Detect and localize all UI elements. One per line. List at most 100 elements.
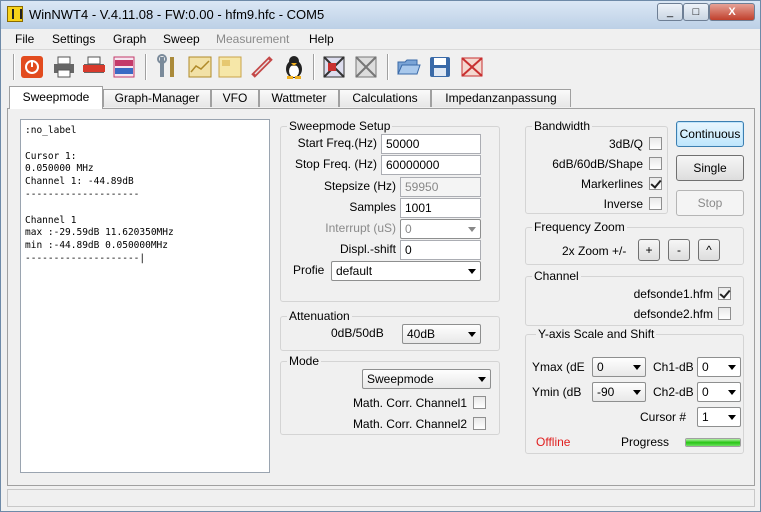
power-icon[interactable] [19, 54, 45, 80]
mode-group: Mode Sweepmode Math. Corr. Channel1 Math… [280, 354, 500, 435]
bw-6db-label: 6dB/60dB/Shape [552, 157, 643, 171]
ch1-db-value: 0 [702, 360, 709, 374]
menu-graph[interactable]: Graph [113, 32, 146, 46]
markerlines-checkbox[interactable] [649, 177, 662, 190]
inverse-checkbox[interactable] [649, 197, 662, 210]
png-bmp-icon[interactable] [111, 54, 137, 80]
tab-wattmeter[interactable]: Wattmeter [259, 89, 339, 107]
progress-fill [686, 439, 740, 446]
log-output[interactable]: :no_label Cursor 1: 0.050000 MHz Channel… [20, 119, 270, 473]
attenuation-value: 40dB [407, 327, 436, 341]
start-freq-label: Start Freq.(Hz) [297, 136, 377, 150]
group-title: Channel [532, 269, 581, 283]
cursor-value: 1 [702, 410, 709, 424]
chart-icon[interactable] [217, 54, 243, 80]
ymin-label: Ymin (dB [532, 385, 582, 399]
toolbar-separator [145, 54, 147, 80]
close-button[interactable]: X [709, 3, 755, 21]
app-window: WinNWT4 - V.4.11.08 - FW:0.00 - hfm9.hfc… [0, 0, 761, 512]
progress-bar [685, 438, 741, 447]
ch1-db-select[interactable]: 0 [697, 357, 741, 377]
channel2-checkbox[interactable] [718, 307, 731, 320]
bandwidth-group: Bandwidth 3dB/Q 6dB/60dB/Shape Markerlin… [525, 119, 668, 214]
stepsize-field: 59950 [400, 177, 481, 197]
group-title: Bandwidth [532, 119, 593, 133]
crossed-red-icon[interactable] [459, 54, 485, 80]
maximize-button[interactable]: □ [683, 3, 709, 21]
menu-help[interactable]: Help [309, 32, 334, 46]
attenuation-select[interactable]: 40dB [402, 324, 481, 344]
samples-field[interactable]: 1001 [400, 198, 481, 218]
ch2-db-select[interactable]: 0 [697, 382, 741, 402]
channel1-label: defsonde1.hfm [633, 287, 713, 301]
toolbar-separator [387, 54, 389, 80]
channel1-checkbox[interactable] [718, 287, 731, 300]
attenuation-label: 0dB/50dB [331, 326, 384, 340]
print-pdf-icon[interactable] [81, 54, 107, 80]
stepsize-label: Stepsize (Hz) [323, 179, 396, 193]
cursor-select[interactable]: 1 [697, 407, 741, 427]
crossed-frame-icon[interactable] [321, 54, 347, 80]
toolbar-separator [13, 54, 15, 80]
menu-settings[interactable]: Settings [52, 32, 95, 46]
tab-vfo[interactable]: VFO [211, 89, 259, 107]
crossed-frame-2-icon[interactable] [353, 54, 379, 80]
tux-icon[interactable] [281, 54, 307, 80]
stop-freq-field[interactable]: 60000000 [381, 155, 481, 175]
group-title: Sweepmode Setup [287, 119, 393, 133]
probe-icon[interactable] [249, 54, 275, 80]
menu-measurement: Measurement [216, 32, 290, 46]
tab-graph-manager[interactable]: Graph-Manager [103, 89, 211, 107]
group-title: Mode [287, 354, 322, 368]
zoom-in-button[interactable]: + [638, 239, 660, 261]
displ-shift-field[interactable]: 0 [400, 240, 481, 260]
tools-icon[interactable] [155, 54, 181, 80]
stop-button: Stop [676, 190, 744, 216]
group-title: Y-axis Scale and Shift [536, 327, 657, 341]
window-title: WinNWT4 - V.4.11.08 - FW:0.00 - hfm9.hfc… [29, 7, 325, 22]
markerlines-label: Markerlines [580, 177, 643, 191]
printer-icon[interactable] [51, 54, 77, 80]
tab-calculations[interactable]: Calculations [339, 89, 431, 107]
bw-3db-checkbox[interactable] [649, 137, 662, 150]
cursor-label: Cursor # [639, 410, 686, 424]
mode-value: Sweepmode [367, 372, 434, 386]
ymin-select[interactable]: -90 [592, 382, 646, 402]
ymax-select[interactable]: 0 [592, 357, 646, 377]
interrupt-label: Interrupt (uS) [325, 221, 396, 235]
math-corr-ch1-checkbox[interactable] [473, 396, 486, 409]
profile-select[interactable]: default [331, 261, 481, 281]
menu-bar: File Settings Graph Sweep Measurement He… [1, 29, 760, 49]
profile-label: Profie [293, 263, 325, 277]
bw-6db-checkbox[interactable] [649, 157, 662, 170]
title-bar: WinNWT4 - V.4.11.08 - FW:0.00 - hfm9.hfc… [1, 1, 760, 29]
math-corr-ch2-checkbox[interactable] [473, 417, 486, 430]
ch1-db-label: Ch1-dB [653, 360, 694, 374]
inverse-label: Inverse [603, 197, 643, 211]
tab-impedanzanpassung[interactable]: Impedanzanpassung [431, 89, 571, 107]
frame-icon[interactable] [187, 54, 213, 80]
group-title: Frequency Zoom [532, 220, 627, 234]
zoom-reset-button[interactable]: ^ [698, 239, 720, 261]
start-freq-field[interactable]: 50000 [381, 134, 481, 154]
open-folder-icon[interactable] [395, 54, 421, 80]
tab-sweepmode[interactable]: Sweepmode [9, 86, 103, 109]
ymin-value: -90 [597, 385, 615, 399]
stop-freq-label: Stop Freq. (Hz) [294, 157, 377, 171]
minimize-button[interactable]: _ [657, 3, 683, 21]
menu-sweep[interactable]: Sweep [163, 32, 200, 46]
continuous-button[interactable]: Continuous [676, 121, 744, 147]
yaxis-group: Y-axis Scale and Shift Ymax (dE 0 Ch1-dB… [525, 327, 744, 454]
single-button[interactable]: Single [676, 155, 744, 181]
mode-select[interactable]: Sweepmode [362, 369, 491, 389]
toolbar [1, 49, 760, 85]
progress-label: Progress [621, 435, 670, 449]
save-disk-icon[interactable] [427, 54, 453, 80]
math-corr-ch2-label: Math. Corr. Channel2 [352, 417, 467, 431]
channel2-label: defsonde2.hfm [633, 307, 713, 321]
frequency-zoom-group: Frequency Zoom 2x Zoom +/- + - ^ [525, 220, 744, 265]
bw-3db-label: 3dB/Q [608, 137, 643, 151]
menu-file[interactable]: File [15, 32, 34, 46]
profile-value: default [336, 264, 373, 278]
zoom-out-button[interactable]: - [668, 239, 690, 261]
